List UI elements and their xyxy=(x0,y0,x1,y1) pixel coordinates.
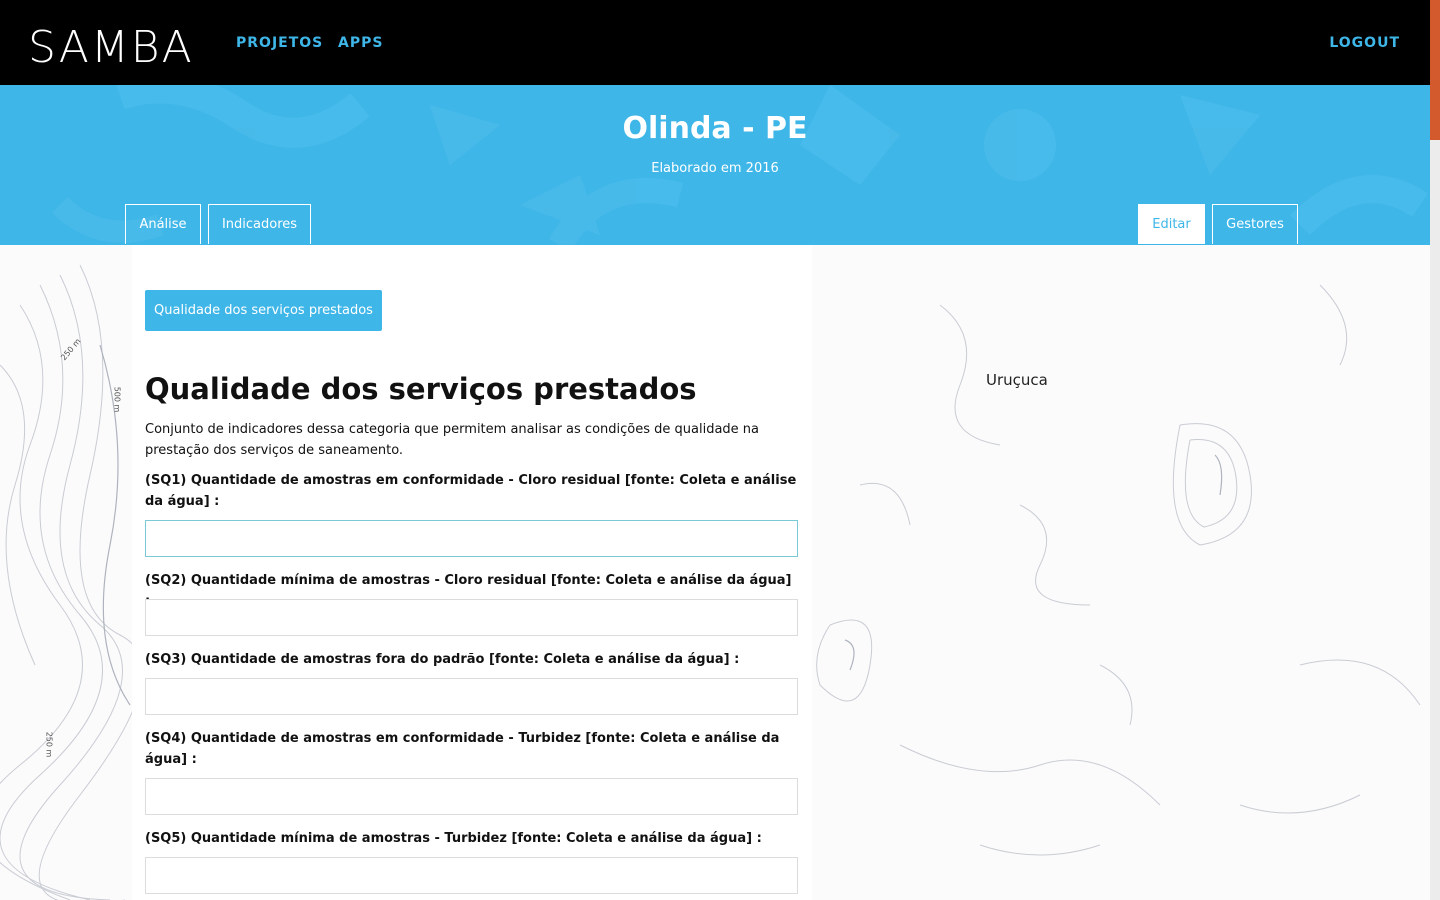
question-label: (SQ4) Quantidade de amostras em conformi… xyxy=(145,731,780,767)
question-label: (SQ3) Quantidade de amostras fora do pad… xyxy=(145,652,740,667)
nav-apps-link[interactable]: APPS xyxy=(338,35,383,51)
section-title: Qualidade dos serviços prestados xyxy=(145,372,697,406)
question-label: (SQ1) Quantidade de amostras em conformi… xyxy=(145,473,797,509)
sq4-input[interactable] xyxy=(145,778,798,815)
sq1-input[interactable] xyxy=(145,520,798,557)
tab-analise[interactable]: Análise xyxy=(125,204,201,244)
project-subtitle: Elaborado em 2016 xyxy=(651,161,779,176)
map-place-label: Uruçuca xyxy=(986,371,1048,389)
logout-link[interactable]: LOGOUT xyxy=(1329,35,1400,51)
sq3-input[interactable] xyxy=(145,678,798,715)
nav-projetos-link[interactable]: PROJETOS xyxy=(236,35,323,51)
project-header: Olinda - PE Elaborado em 2016 Análise In… xyxy=(0,85,1430,245)
samba-logo[interactable]: SAMBA xyxy=(28,26,194,70)
tab-editar[interactable]: Editar xyxy=(1138,204,1205,244)
category-chip[interactable]: Qualidade dos serviços prestados xyxy=(145,290,382,331)
scrollbar-thumb[interactable] xyxy=(1430,0,1440,140)
contour-label: 500 m xyxy=(112,386,122,413)
tab-gestores[interactable]: Gestores xyxy=(1212,204,1298,244)
sq5-input[interactable] xyxy=(145,857,798,894)
section-description: Conjunto de indicadores dessa categoria … xyxy=(145,422,760,458)
top-navbar: SAMBA PROJETOS APPS LOGOUT xyxy=(0,0,1430,85)
tab-indicadores[interactable]: Indicadores xyxy=(208,204,311,244)
project-title: Olinda - PE xyxy=(622,111,808,146)
page-scrollbar[interactable] xyxy=(1430,0,1440,900)
question-label: (SQ5) Quantidade mínima de amostras - Tu… xyxy=(145,831,762,846)
contour-label: 250 m xyxy=(44,731,54,758)
sq2-input[interactable] xyxy=(145,599,798,636)
